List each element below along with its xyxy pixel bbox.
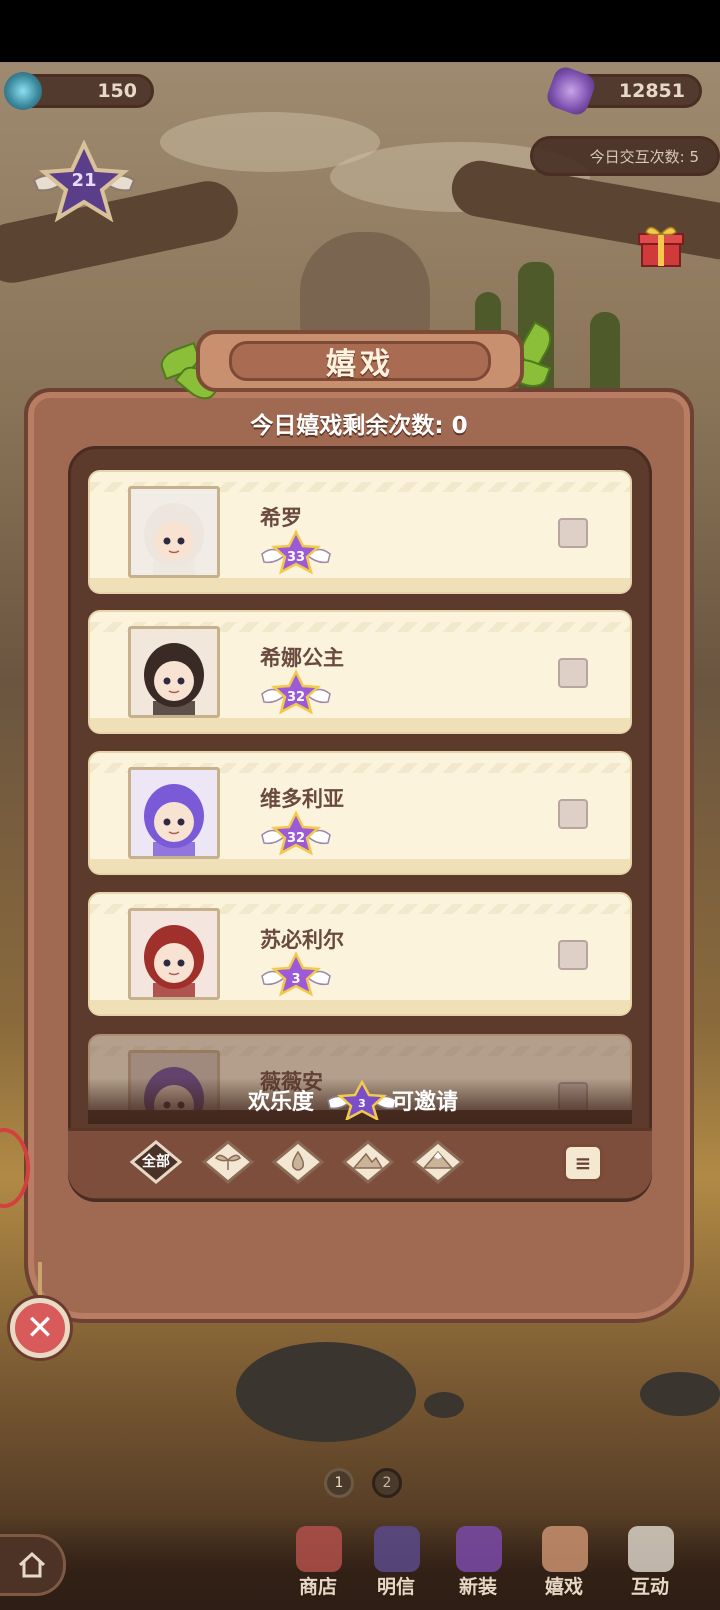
page-number: 1 xyxy=(334,1475,344,1491)
outfit-icon xyxy=(456,1526,502,1572)
nav-shop[interactable]: 商店 xyxy=(278,1526,358,1606)
invite-suffix: 可邀请 xyxy=(392,1090,459,1115)
pebble xyxy=(424,1392,464,1418)
character-level: 32 xyxy=(286,831,306,846)
character-portrait xyxy=(128,767,220,859)
nav-postcard[interactable]: 明信 xyxy=(356,1526,436,1606)
player-level-badge[interactable]: 21 xyxy=(20,139,148,224)
daily-interactions: 今日交互次数: 5 xyxy=(530,136,720,176)
character-card[interactable]: 希娜公主 32 xyxy=(88,610,632,734)
character-level-badge: 3 xyxy=(258,950,334,998)
character-card[interactable]: 维多利亚 32 xyxy=(88,751,632,875)
gem-count: 150 xyxy=(97,80,137,102)
interact-icon xyxy=(628,1526,674,1572)
nav-label: 互动 xyxy=(630,1576,669,1598)
page-dot-2[interactable]: 2 xyxy=(372,1468,402,1498)
boulder xyxy=(640,1372,720,1416)
select-checkbox[interactable] xyxy=(558,518,588,548)
page-dot-1[interactable]: 1 xyxy=(324,1468,354,1498)
close-icon: ✕ xyxy=(25,1308,55,1348)
mountain-filter-icon xyxy=(341,1140,395,1184)
filter-all-button[interactable]: 全部 xyxy=(128,1138,184,1186)
sort-button[interactable]: ≡ xyxy=(563,1144,603,1182)
sprout-filter-icon xyxy=(201,1140,255,1184)
select-checkbox[interactable] xyxy=(558,940,588,970)
sort-icon: ≡ xyxy=(574,1151,592,1175)
character-avatar xyxy=(144,925,204,997)
snow-peak-filter-icon xyxy=(411,1140,465,1184)
nav-play[interactable]: 嬉戏 xyxy=(524,1526,604,1606)
filter-mountain-button[interactable] xyxy=(340,1138,396,1186)
invite-prefix: 欢乐度 xyxy=(248,1090,315,1115)
drop-filter-icon xyxy=(271,1140,325,1184)
character-portrait xyxy=(128,486,220,578)
play-icon xyxy=(542,1526,588,1572)
nav-label: 嬉戏 xyxy=(544,1576,583,1598)
character-list[interactable]: 希罗33希娜公主32维多利亚32苏必利尔3薇薇安 xyxy=(88,470,632,1110)
nav-label: 新装 xyxy=(458,1576,497,1598)
filter-all-label: 全部 xyxy=(142,1154,170,1170)
remaining-count: 今日嬉戏剩余次数: 0 xyxy=(250,413,468,439)
daily-interactions-text: 今日交互次数: 5 xyxy=(589,147,699,166)
character-level: 33 xyxy=(286,550,306,565)
character-avatar xyxy=(144,643,204,715)
close-button[interactable]: ✕ xyxy=(10,1298,70,1358)
panel-title: 嬉戏 xyxy=(326,347,394,382)
select-checkbox[interactable] xyxy=(558,799,588,829)
character-level: 3 xyxy=(291,972,301,987)
home-button[interactable] xyxy=(0,1534,66,1596)
character-avatar xyxy=(144,784,204,856)
blue-gem-icon xyxy=(4,72,42,110)
filter-snow-peak-button[interactable] xyxy=(410,1138,466,1186)
invite-level: 3 xyxy=(358,1097,366,1110)
character-level-badge: 32 xyxy=(258,809,334,857)
invite-hint: 欢乐度 3 可邀请 xyxy=(88,1078,632,1124)
gift-icon[interactable] xyxy=(636,220,686,270)
nav-outfit[interactable]: 新装 xyxy=(438,1526,518,1606)
boulder xyxy=(236,1342,416,1442)
panel-title-plate: 嬉戏 xyxy=(196,330,524,392)
character-portrait xyxy=(128,626,220,718)
page-number: 2 xyxy=(382,1475,392,1491)
filter-drop-button[interactable] xyxy=(270,1138,326,1186)
character-card[interactable]: 希罗 33 xyxy=(88,470,632,594)
character-avatar xyxy=(144,503,204,575)
character-portrait xyxy=(128,908,220,1000)
player-level: 21 xyxy=(71,170,97,191)
character-card[interactable]: 苏必利尔 3 xyxy=(88,892,632,1016)
crystal-count: 12851 xyxy=(618,80,685,102)
rope-decoration xyxy=(38,1262,42,1302)
character-level-badge: 33 xyxy=(258,528,334,576)
postcard-icon xyxy=(374,1526,420,1572)
filter-sprout-button[interactable] xyxy=(200,1138,256,1186)
nav-label: 明信 xyxy=(376,1576,415,1598)
shop-icon xyxy=(296,1526,342,1572)
character-level-badge: 32 xyxy=(258,668,334,716)
select-checkbox[interactable] xyxy=(558,658,588,688)
nav-interact[interactable]: 互动 xyxy=(610,1526,690,1606)
winged-star-icon: 3 xyxy=(327,1080,397,1120)
character-level: 32 xyxy=(286,690,306,705)
home-icon xyxy=(18,1551,45,1578)
nav-label: 商店 xyxy=(298,1576,337,1598)
